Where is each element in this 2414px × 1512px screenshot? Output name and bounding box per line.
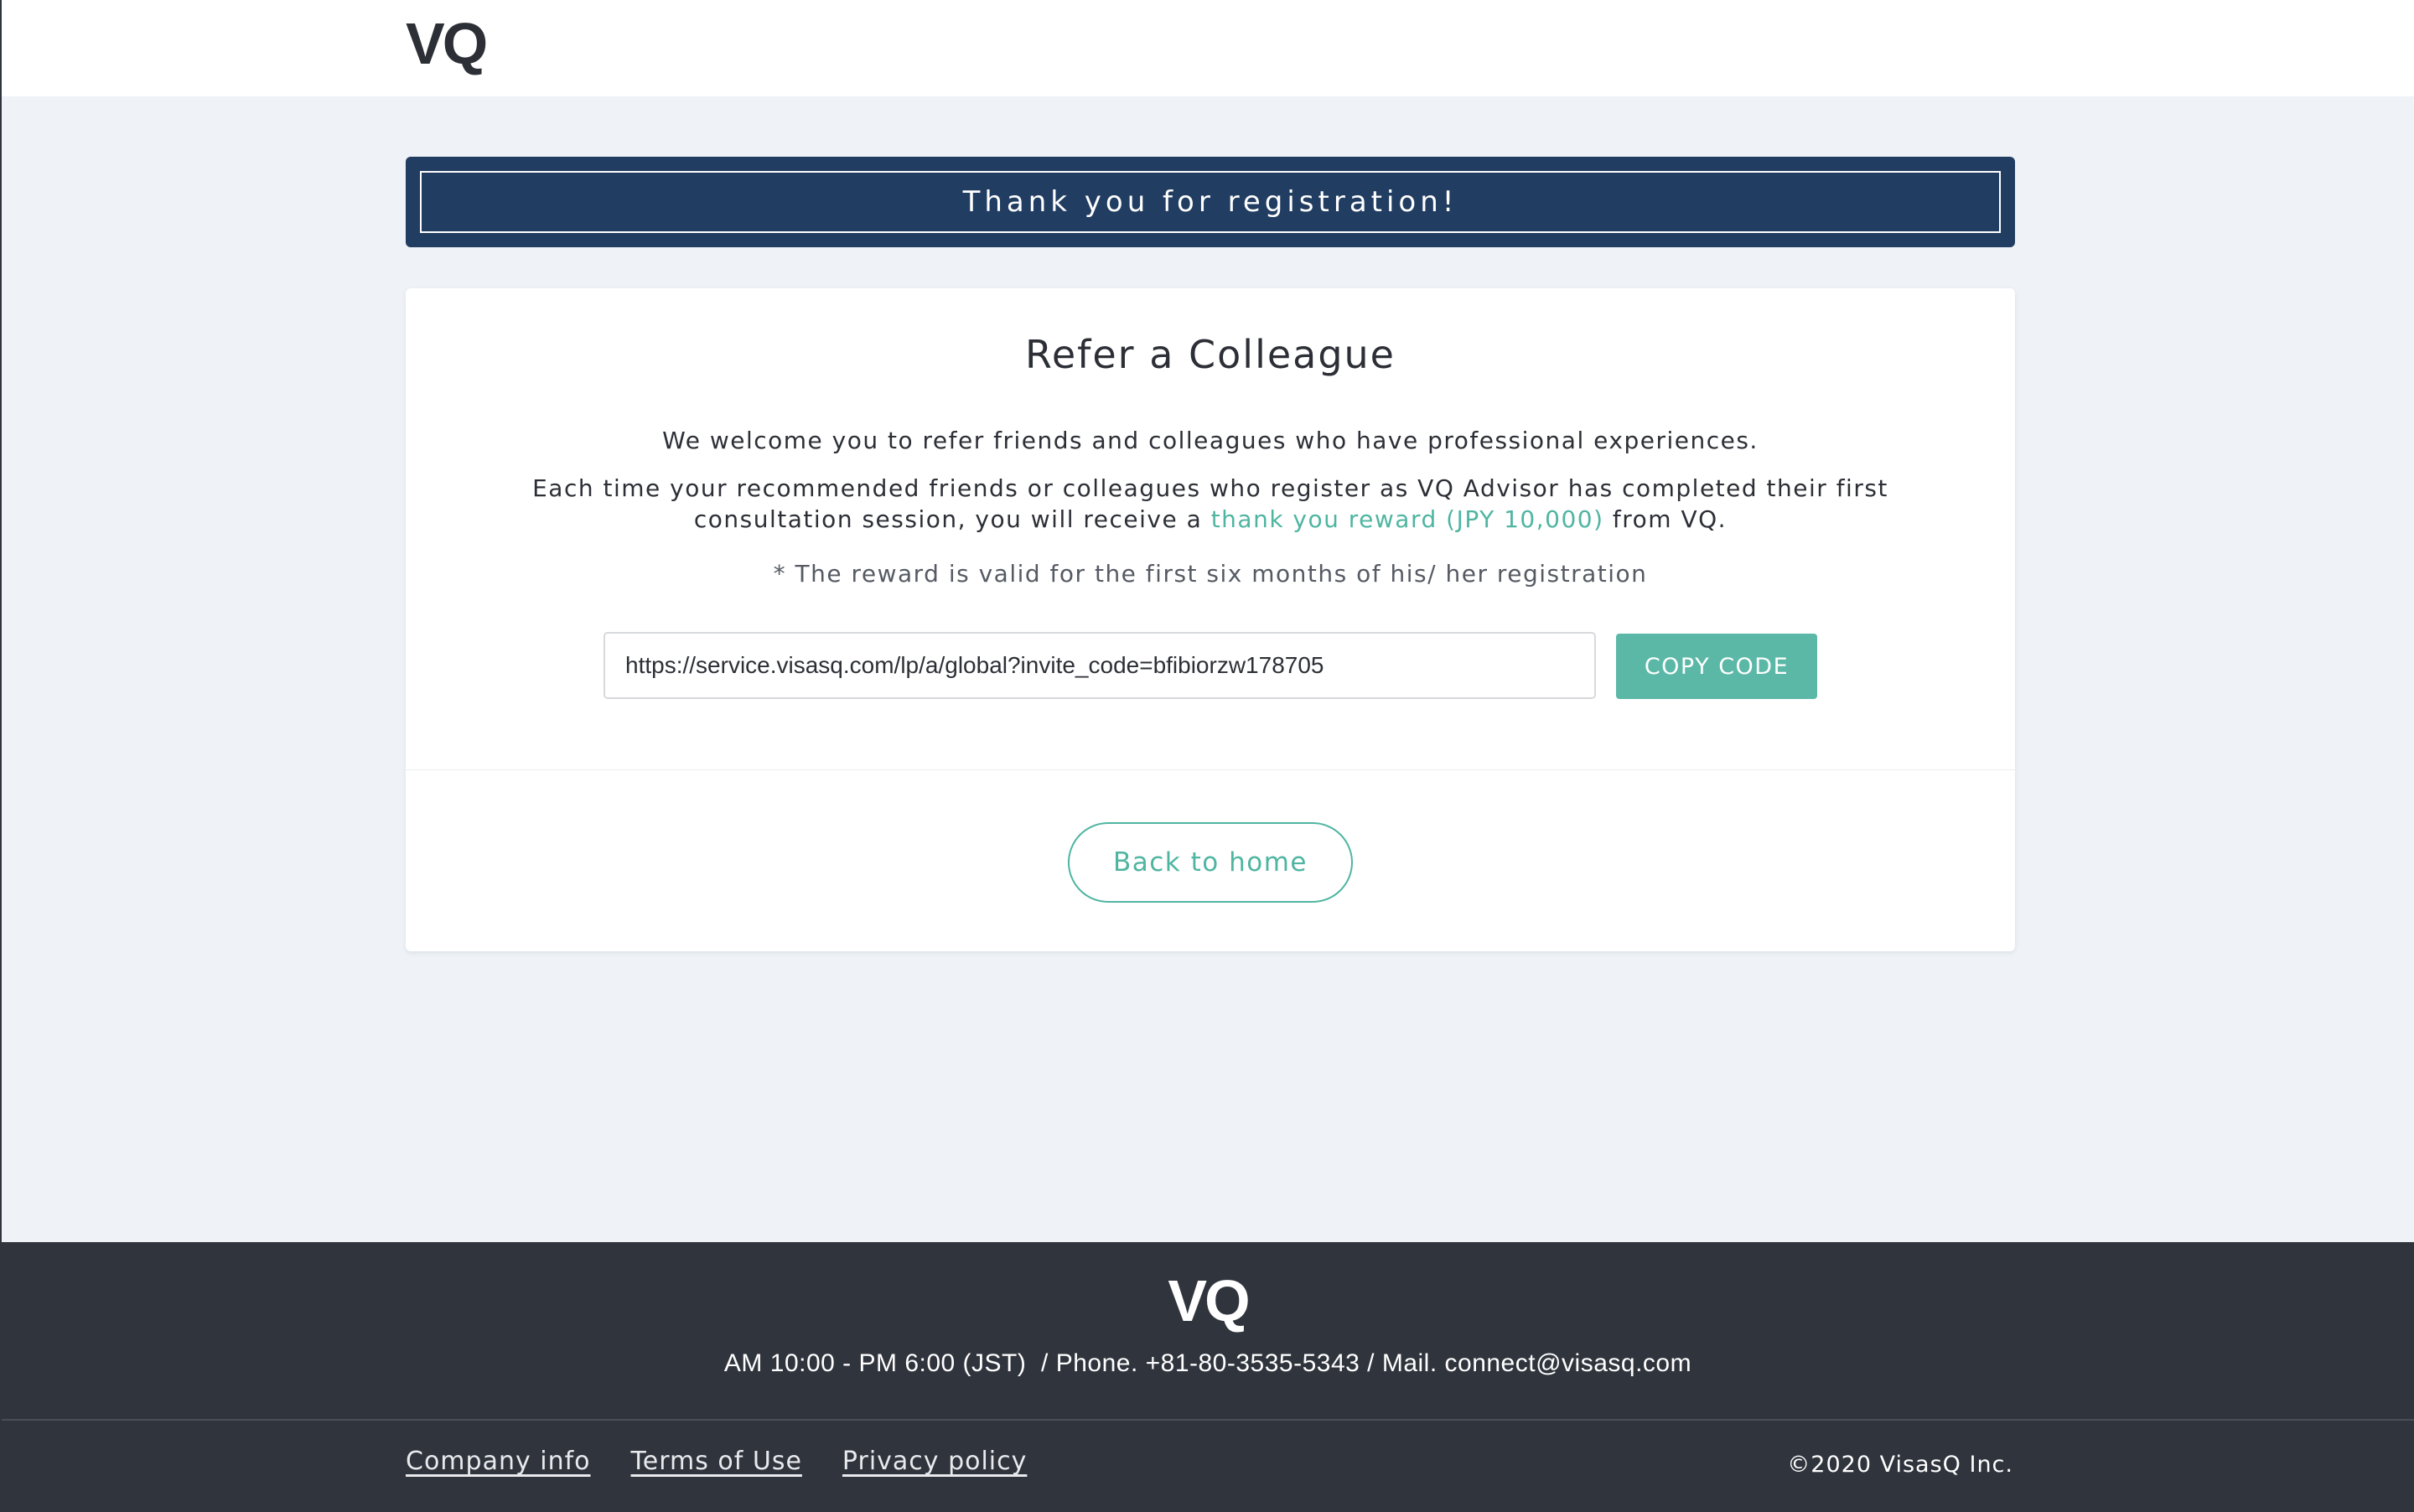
vq-logo[interactable]: VQ xyxy=(406,10,488,77)
copy-code-button[interactable]: COPY CODE xyxy=(1616,634,1817,699)
footer-divider xyxy=(2,1419,2414,1421)
copyright: ©2020 VisasQ Inc. xyxy=(1787,1452,2013,1478)
terms-of-use-link[interactable]: Terms of Use xyxy=(631,1447,802,1476)
reward-description: Each time your recommended friends or co… xyxy=(473,473,1948,535)
page: VQ Thank you for registration! Refer a C… xyxy=(0,0,2414,1512)
refer-card: Refer a Colleague We welcome you to refe… xyxy=(406,288,2015,951)
welcome-text: We welcome you to refer friends and coll… xyxy=(662,427,1759,454)
privacy-policy-link[interactable]: Privacy policy xyxy=(842,1447,1027,1476)
site-footer: VQ AM 10:00 - PM 6:00 (JST) / Phone. +81… xyxy=(2,1242,2414,1512)
invite-url-input[interactable] xyxy=(604,632,1596,699)
reward-text-after: from VQ. xyxy=(1603,505,1728,533)
footer-links: Company info Terms of Use Privacy policy xyxy=(406,1447,1027,1476)
registration-banner: Thank you for registration! xyxy=(406,157,2015,247)
company-info-link[interactable]: Company info xyxy=(406,1447,591,1476)
site-header: VQ xyxy=(2,0,2414,96)
back-to-home-button[interactable]: Back to home xyxy=(1068,822,1353,903)
footer-contact-info: AM 10:00 - PM 6:00 (JST) / Phone. +81-80… xyxy=(723,1349,1692,1377)
reward-link[interactable]: thank you reward (JPY 10,000) xyxy=(1211,505,1604,533)
banner-text: Thank you for registration! xyxy=(420,171,2001,233)
card-divider xyxy=(406,769,2015,770)
card-title: Refer a Colleague xyxy=(1024,332,1396,377)
reward-note: * The reward is valid for the first six … xyxy=(773,560,1648,588)
footer-vq-logo: VQ xyxy=(1168,1268,1250,1333)
